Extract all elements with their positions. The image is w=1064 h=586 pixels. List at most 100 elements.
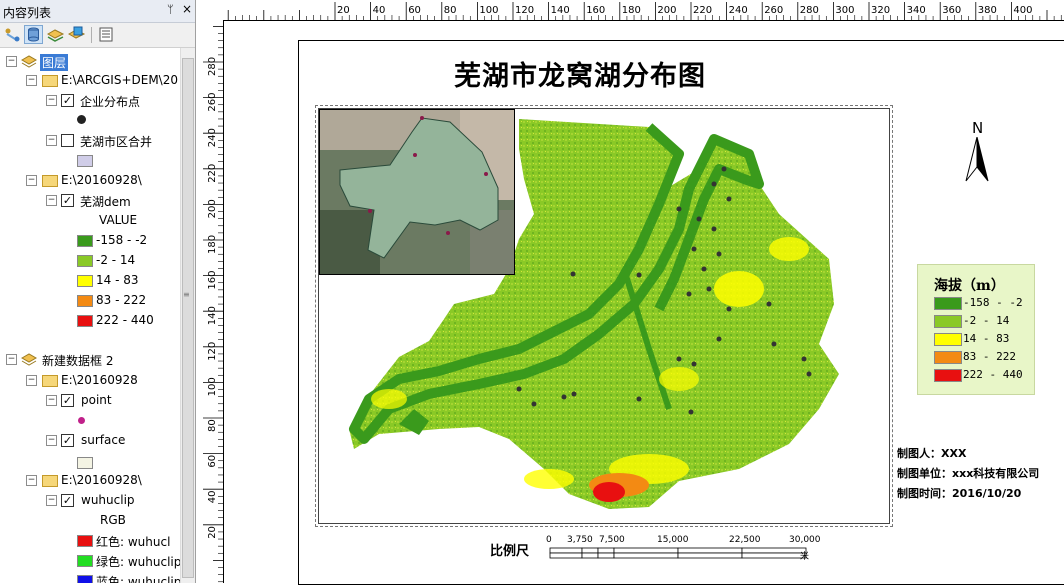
gdb3-path[interactable]: E:\20160928 <box>61 373 138 387</box>
legend-box[interactable]: 海拔（m） -158 - -2 -2 - 14 14 - 83 83 - 222… <box>917 264 1035 395</box>
unit-text[interactable]: 制图单位：xxx科技有限公司 <box>897 465 1039 481</box>
ruler-label: 240 <box>207 128 218 147</box>
class-label: -158 - -2 <box>96 233 148 247</box>
collapse-icon[interactable]: − <box>46 195 57 206</box>
ruler-label: 380 <box>978 5 997 16</box>
collapse-icon[interactable]: − <box>46 95 57 106</box>
tree-row-point-layer[interactable]: − ✓ point <box>0 392 180 410</box>
visibility-checkbox[interactable]: ✓ <box>61 394 74 407</box>
legend-title: 海拔（m） <box>934 278 1005 294</box>
collapse-icon[interactable]: − <box>46 495 57 506</box>
toc-title: 内容列表 <box>3 6 52 20</box>
table-of-contents-panel: 内容列表 ᛘ × − 图层 − E:\ARCGIS+DEM\20 − ✓ 企业分… <box>0 0 196 583</box>
vertical-ruler[interactable]: 280 260 240 220 200 180 160 140 120 100 80 60 40 20 <box>201 20 224 583</box>
toc-scrollbar[interactable]: ≡ <box>180 48 195 583</box>
point-layer-label[interactable]: point <box>81 393 112 407</box>
ruler-label: 200 <box>207 199 218 218</box>
legend-swatch <box>934 369 962 382</box>
folder-icon <box>42 175 58 187</box>
author-text[interactable]: 制图人：XXX <box>897 445 966 461</box>
close-icon[interactable]: × <box>182 2 192 16</box>
tree-row-gdb4[interactable]: − E:\20160928\ <box>0 472 180 490</box>
scale-tick-2: 7,500 <box>599 535 625 545</box>
ruler-label: 100 <box>207 377 218 396</box>
class-swatch <box>77 295 93 307</box>
options-icon[interactable] <box>97 25 116 44</box>
collapse-icon[interactable]: − <box>6 354 17 365</box>
legend-label: -2 - 14 <box>963 314 1010 327</box>
scale-tick-4: 22,500 <box>729 535 761 545</box>
band-row: 绿色: wuhuclip <box>0 552 181 570</box>
districts-layer-label[interactable]: 芜湖市区合并 <box>80 133 152 150</box>
list-by-drawing-order-icon[interactable] <box>3 25 22 44</box>
tree-row-clip-layer[interactable]: − ✓ wuhuclip <box>0 492 180 510</box>
collapse-icon[interactable]: − <box>46 435 57 446</box>
tree-row-layers[interactable]: − 图层 <box>0 53 180 71</box>
collapse-icon[interactable]: − <box>26 475 37 486</box>
tree-row-dem-layer[interactable]: − ✓ 芜湖dem <box>0 192 180 210</box>
ruler-label: 120 <box>515 5 534 16</box>
scale-bar[interactable]: 0 3,750 7,500 15,000 22,500 30,000 米 <box>546 535 821 562</box>
list-by-visibility-icon[interactable] <box>46 25 65 44</box>
dem-layer-label[interactable]: 芜湖dem <box>80 193 131 210</box>
visibility-checkbox[interactable]: ✓ <box>61 494 74 507</box>
collapse-icon[interactable]: − <box>6 56 17 67</box>
gdb2-path[interactable]: E:\20160928\ <box>61 173 142 187</box>
date-text[interactable]: 制图时间：2016/10/20 <box>897 485 1021 501</box>
north-arrow[interactable]: N <box>964 119 994 185</box>
folder-icon <box>42 475 58 487</box>
map-title[interactable]: 芜湖市龙窝湖分布图 <box>454 54 706 93</box>
list-by-selection-icon[interactable] <box>67 25 86 44</box>
collapse-icon[interactable]: − <box>46 135 57 146</box>
visibility-checkbox[interactable]: ✓ <box>61 194 74 207</box>
tree-row-data-frame-2[interactable]: − 新建数据框 2 <box>0 351 180 369</box>
scale-bar-label[interactable]: 比例尺 <box>490 540 529 559</box>
visibility-checkbox[interactable]: ✓ <box>61 94 74 107</box>
pin-icon[interactable]: ᛘ <box>167 3 174 16</box>
ruler-label: 80 <box>444 5 457 16</box>
gdb1-path[interactable]: E:\ARCGIS+DEM\20 <box>61 73 178 87</box>
tree-row-surface-layer[interactable]: − ✓ surface <box>0 432 180 450</box>
points-layer-label[interactable]: 企业分布点 <box>80 93 140 110</box>
tree-row-gdb2[interactable]: − E:\20160928\ <box>0 172 180 190</box>
folder-icon <box>42 375 58 387</box>
clip-layer-label[interactable]: wuhuclip <box>81 493 135 507</box>
layers-group-label[interactable]: 图层 <box>40 54 69 71</box>
scale-unit: 米 <box>800 552 810 562</box>
layer-group-icon <box>20 353 38 366</box>
list-by-source-icon[interactable] <box>24 25 43 44</box>
surface-layer-label[interactable]: surface <box>81 433 125 447</box>
class-label: 14 - 83 <box>96 273 139 287</box>
ruler-label: 60 <box>408 5 421 16</box>
tree-row-points-layer[interactable]: − ✓ 企业分布点 <box>0 92 180 110</box>
collapse-icon[interactable]: − <box>26 75 37 86</box>
scrollbar-thumb[interactable] <box>182 58 194 578</box>
collapse-icon[interactable]: − <box>26 175 37 186</box>
class-swatch <box>77 255 93 267</box>
horizontal-ruler[interactable]: 20 40 60 80 100 120 140 160 180 200 220 240 260 280 30… <box>201 0 1064 21</box>
polygon-symbol-swatch <box>77 155 93 167</box>
tree-row-gdb3[interactable]: − E:\20160928 <box>0 372 180 390</box>
inset-map-frame[interactable] <box>319 109 515 275</box>
collapse-icon[interactable]: − <box>26 375 37 386</box>
gdb4-path[interactable]: E:\20160928\ <box>61 473 142 487</box>
visibility-checkbox[interactable]: ✓ <box>61 434 74 447</box>
layout-canvas[interactable]: 芜湖市龙窝湖分布图 N 海拔（m） -158 - -2 -2 - 14 14 -… <box>224 21 1064 585</box>
ruler-label: 340 <box>907 5 926 16</box>
collapse-icon[interactable]: − <box>46 395 57 406</box>
data-frame-2-label[interactable]: 新建数据框 2 <box>42 352 113 369</box>
main-map-frame[interactable] <box>315 105 893 527</box>
scrollbar-grip-icon: ≡ <box>183 290 190 299</box>
ruler-label: 20 <box>207 526 218 539</box>
tree-row-districts-layer[interactable]: − 芜湖市区合并 <box>0 132 180 150</box>
visibility-checkbox[interactable] <box>61 134 74 147</box>
band-row: 蓝色: wuhuclip <box>0 572 181 583</box>
ruler-label: 140 <box>551 5 570 16</box>
class-row: -2 - 14 <box>0 252 180 270</box>
band-label: 红色: wuhucl <box>96 535 171 549</box>
horizontal-ruler-ticks: 20 40 60 80 100 120 140 160 180 200 220 240 260 280 30… <box>227 2 1062 20</box>
tree-row-gdb1[interactable]: − E:\ARCGIS+DEM\20 <box>0 72 180 90</box>
class-swatch <box>77 275 93 287</box>
class-row: 83 - 222 <box>0 292 180 310</box>
folder-icon <box>42 75 58 87</box>
